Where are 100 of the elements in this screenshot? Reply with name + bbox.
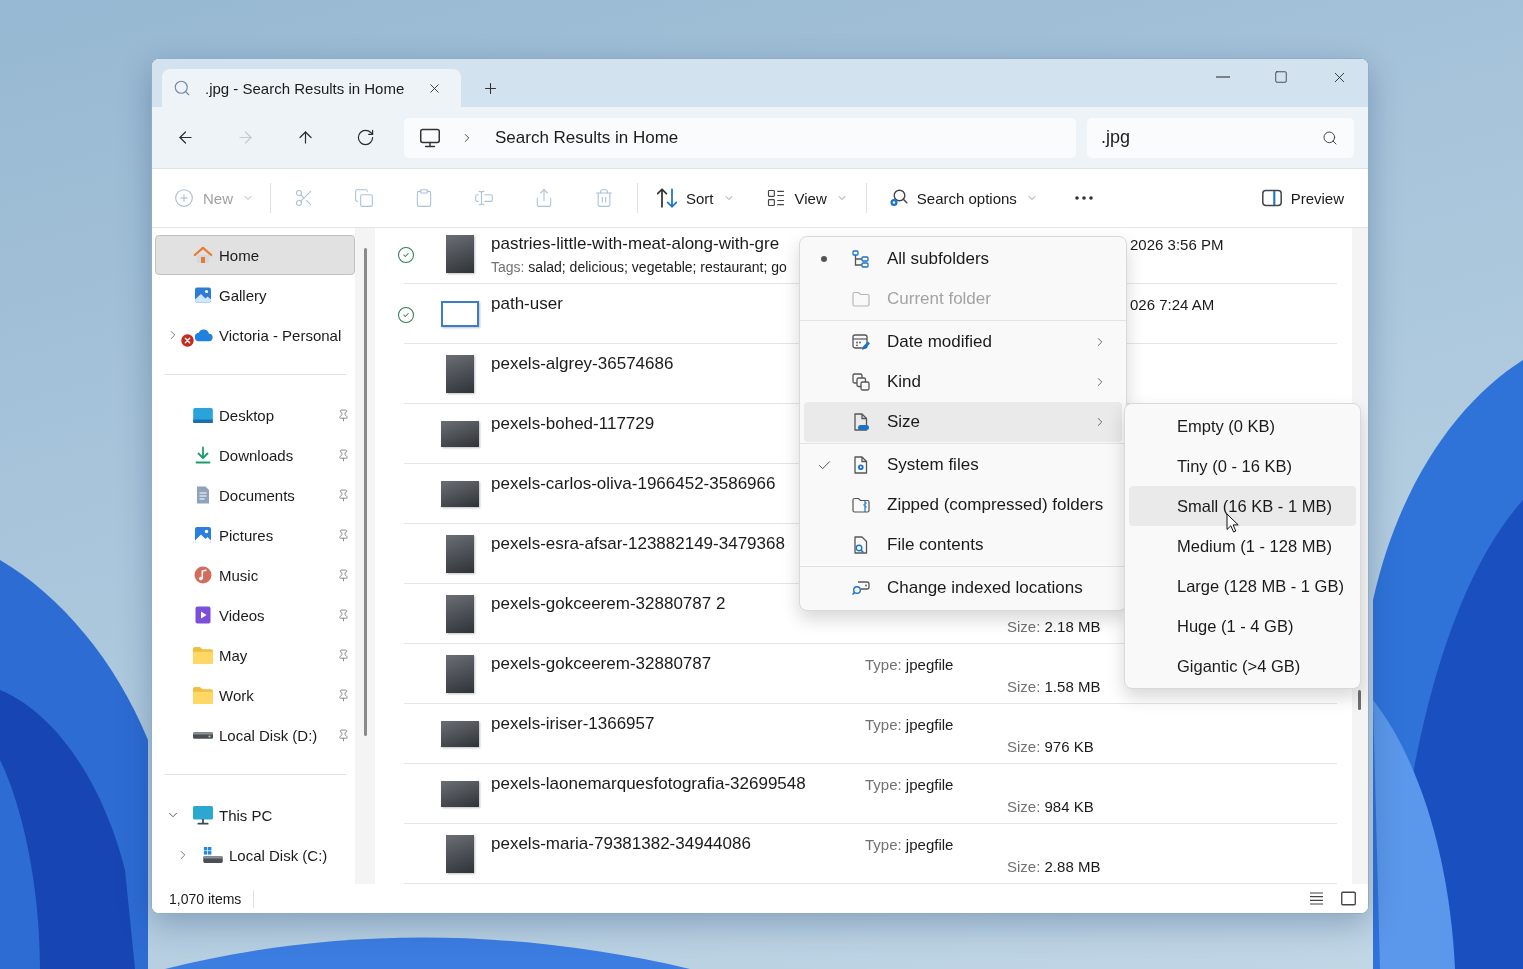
menu-item[interactable]: File contents bbox=[804, 525, 1122, 565]
cursor-icon bbox=[1226, 513, 1239, 533]
menu-item[interactable]: Tiny (0 - 16 KB) bbox=[1129, 446, 1356, 486]
file-name[interactable]: pexels-bohed-117729 bbox=[491, 413, 655, 435]
tab[interactable]: .jpg - Search Results in Home bbox=[162, 69, 461, 107]
menu-item[interactable]: Date modified bbox=[804, 322, 1122, 362]
date-modified: 026 7:24 AM bbox=[1130, 295, 1215, 315]
overlapping-squares-icon bbox=[851, 372, 871, 392]
photo-thumbnail bbox=[441, 780, 479, 807]
sidebar-item[interactable]: Work bbox=[155, 675, 355, 715]
photo-thumbnail bbox=[441, 720, 479, 747]
menu-item[interactable]: Gigantic (>4 GB) bbox=[1129, 646, 1356, 686]
photo-thumbnail bbox=[441, 420, 479, 447]
sidebar-item[interactable]: May bbox=[155, 635, 355, 675]
sidebar-item[interactable]: Pictures bbox=[155, 515, 355, 555]
menu-item[interactable]: Size bbox=[804, 402, 1122, 442]
menu-item[interactable]: Empty (0 KB) bbox=[1129, 406, 1356, 446]
search-icon bbox=[173, 79, 191, 97]
file-name[interactable]: pexels-maria-79381382-34944086 bbox=[491, 833, 751, 855]
drive-icon bbox=[193, 731, 213, 739]
folder-icon bbox=[193, 646, 213, 664]
sort-button[interactable]: Sort bbox=[649, 178, 743, 218]
file-size: Size: 984 KB bbox=[1007, 797, 1094, 817]
file-name[interactable]: pexels-carlos-oliva-1966452-3586966 bbox=[491, 473, 776, 495]
file-name[interactable]: path-user bbox=[491, 293, 563, 315]
zip-folder-icon bbox=[851, 495, 871, 515]
menu-item[interactable]: Medium (1 - 128 MB) bbox=[1129, 526, 1356, 566]
list-icon bbox=[765, 188, 786, 208]
file-type: Type: jpegfile bbox=[865, 835, 954, 855]
search-options-button[interactable]: Search options bbox=[879, 178, 1046, 218]
photo-thumbnail bbox=[446, 834, 474, 873]
menu-item[interactable]: Small (16 KB - 1 MB) bbox=[1129, 486, 1356, 526]
address-bar[interactable]: Search Results in Home bbox=[404, 117, 1076, 158]
file-type: Type: jpegfile bbox=[865, 715, 954, 735]
date-modified: 2026 3:56 PM bbox=[1130, 235, 1224, 255]
folder-icon bbox=[851, 289, 871, 309]
picture-icon bbox=[193, 525, 213, 545]
screenshot-thumbnail bbox=[441, 300, 479, 327]
sidebar-item[interactable]: Desktop bbox=[155, 395, 355, 435]
sidebar-item[interactable]: Local Disk (C:) bbox=[155, 835, 355, 875]
file-size: Size: 2.18 MB bbox=[1007, 617, 1101, 637]
file-name[interactable]: pastries-little-with-meat-along-with-gre bbox=[491, 233, 780, 255]
file-name[interactable]: pexels-gokceerem-32880787 bbox=[491, 653, 712, 675]
menu-item[interactable]: Huge (1 - 4 GB) bbox=[1129, 606, 1356, 646]
file-type: Type: jpegfile bbox=[865, 655, 954, 675]
file-name[interactable]: pexels-gokceerem-32880787 2 bbox=[491, 593, 726, 615]
file-tags: Tags: salad; delicious; vegetable; restaurant; go bbox=[491, 257, 787, 277]
tiles-view-icon[interactable] bbox=[1341, 891, 1356, 906]
file-type: Type: jpegfile bbox=[865, 775, 954, 795]
file-size: Size: 2.88 MB bbox=[1007, 857, 1101, 877]
view-button[interactable]: View bbox=[757, 178, 856, 218]
menu-item[interactable]: System files bbox=[804, 445, 1122, 485]
menu-item[interactable]: All subfolders bbox=[804, 239, 1122, 279]
gallery-icon bbox=[193, 285, 213, 305]
music-note-icon bbox=[193, 565, 213, 585]
desktop-icon bbox=[193, 407, 213, 423]
monitor-icon bbox=[420, 127, 440, 148]
file-name[interactable]: pexels-esra-afsar-123882149-3479368 bbox=[491, 533, 785, 555]
document-bar-icon bbox=[851, 412, 871, 432]
drive-icon bbox=[203, 847, 223, 863]
photo-thumbnail bbox=[446, 534, 474, 573]
sidebar-item[interactable]: Gallery bbox=[155, 275, 355, 315]
menu-item[interactable]: Kind bbox=[804, 362, 1122, 402]
file-size: Size: 976 KB bbox=[1007, 737, 1094, 757]
preview-button[interactable]: Preview bbox=[1253, 178, 1352, 218]
file-name[interactable]: pexels-iriser-1366957 bbox=[491, 713, 655, 735]
minimize-icon bbox=[1216, 76, 1230, 78]
cloud-icon bbox=[193, 328, 213, 342]
sidebar-item[interactable]: This PC bbox=[155, 795, 355, 835]
sidebar-item[interactable]: Local Disk (D:) bbox=[155, 715, 355, 755]
sort-arrows-icon bbox=[657, 188, 677, 208]
folder-icon bbox=[193, 686, 213, 704]
scrollbar[interactable] bbox=[1358, 690, 1361, 710]
sidebar-item[interactable]: Victoria - Personal bbox=[155, 315, 355, 355]
sidebar-item[interactable]: Downloads bbox=[155, 435, 355, 475]
file-name[interactable]: pexels-algrey-36574686 bbox=[491, 353, 674, 375]
home-icon bbox=[193, 245, 213, 265]
menu-item[interactable]: Large (128 MB - 1 GB) bbox=[1129, 566, 1356, 606]
photo-thumbnail bbox=[441, 480, 479, 507]
search-field[interactable]: .jpg bbox=[1087, 117, 1354, 158]
sidebar-item[interactable]: Documents bbox=[155, 475, 355, 515]
search-gear-icon bbox=[887, 188, 908, 208]
item-count: 1,070 items bbox=[169, 890, 242, 907]
menu-item[interactable]: Change indexed locations bbox=[804, 568, 1122, 608]
sidebar-item[interactable]: Home bbox=[155, 235, 355, 275]
maximize-icon bbox=[1274, 70, 1288, 84]
tag-search-icon bbox=[851, 578, 871, 598]
sidebar-item[interactable]: Videos bbox=[155, 595, 355, 635]
photo-thumbnail bbox=[446, 354, 474, 393]
sidebar-item[interactable]: Music bbox=[155, 555, 355, 595]
download-icon bbox=[193, 445, 213, 465]
plus-circle-icon bbox=[174, 188, 194, 208]
photo-thumbnail bbox=[446, 234, 474, 273]
file-name[interactable]: pexels-laonemarquesfotografia-32699548 bbox=[491, 773, 806, 795]
details-view-icon[interactable] bbox=[1309, 891, 1324, 906]
search-icon bbox=[1322, 129, 1338, 146]
breadcrumb-item[interactable]: Search Results in Home bbox=[495, 127, 679, 148]
video-icon bbox=[193, 605, 213, 625]
scrollbar[interactable] bbox=[364, 248, 367, 736]
menu-item[interactable]: Zipped (compressed) folders bbox=[804, 485, 1122, 525]
